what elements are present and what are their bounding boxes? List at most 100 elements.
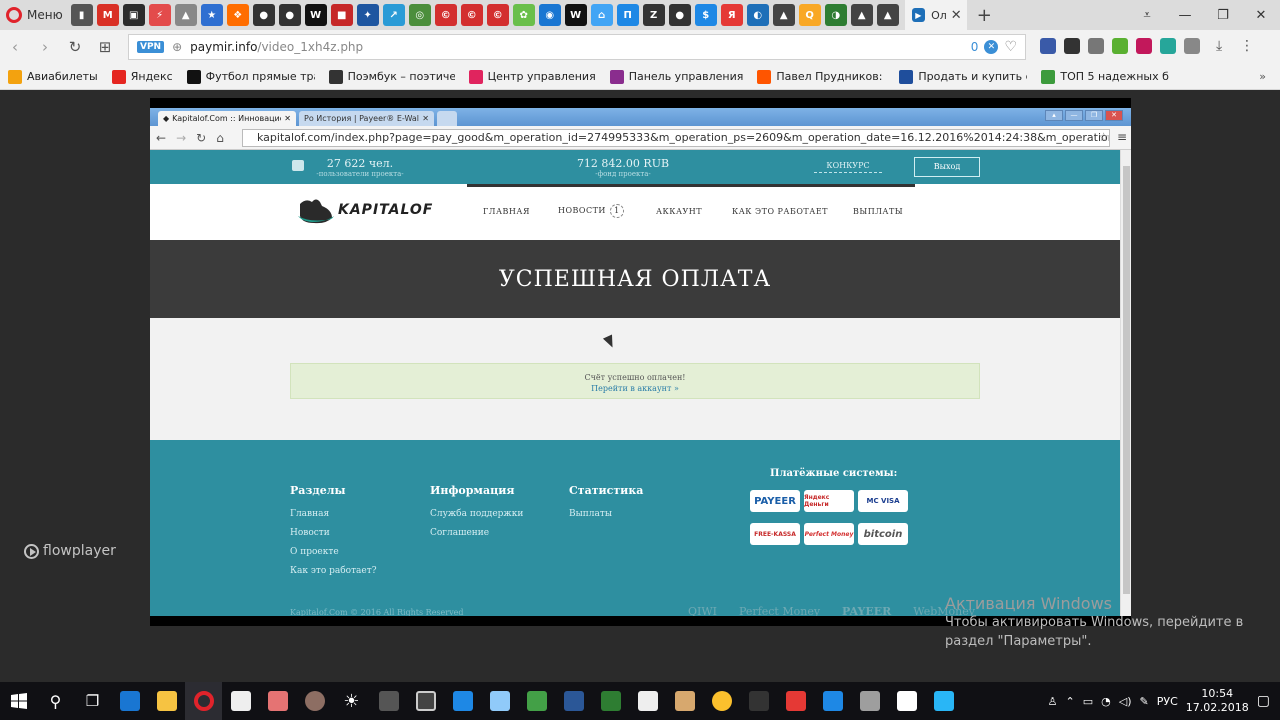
downloads-icon[interactable]: ⤓	[1216, 38, 1232, 54]
new-tab-icon[interactable]: +	[977, 5, 992, 26]
bookmark-item[interactable]: Поэмбук – поэтичес	[328, 69, 455, 84]
pinned-tab-ball-icon[interactable]: ●	[668, 4, 691, 26]
notifications-icon[interactable]: ▢	[1257, 693, 1270, 709]
taskbar-app[interactable]	[814, 682, 851, 720]
pinned-tab-icon[interactable]: ◐	[746, 4, 769, 26]
pinned-tab-icon[interactable]: ▲	[174, 4, 197, 26]
free-kassa-logo[interactable]: FREE-KASSA	[750, 523, 800, 545]
inner-close-icon[interactable]: ✕	[1105, 110, 1123, 121]
bookmark-item[interactable]: Центр управления	[468, 69, 596, 84]
tab-close-icon[interactable]: ✕	[422, 114, 429, 123]
extension-cloud-icon[interactable]	[1088, 38, 1104, 54]
footer-link[interactable]: Выплаты	[569, 509, 643, 519]
clock[interactable]: 10:54 17.02.2018	[1186, 687, 1249, 715]
kapitalof-logo[interactable]: KAPITALOF	[296, 196, 433, 224]
pinned-tab-icon[interactable]: ⌂	[590, 4, 613, 26]
inner-home-icon[interactable]: ⌂	[216, 131, 224, 145]
pinned-tab-c-icon[interactable]: ©	[486, 4, 509, 26]
pinned-tab-ball-icon[interactable]: ●	[252, 4, 275, 26]
taskbar-yandex[interactable]	[777, 682, 814, 720]
inner-tab-payeer[interactable]: Ро История | Payeer® E-Wallet ✕	[299, 111, 434, 126]
inner-user-icon[interactable]: ▴	[1045, 110, 1063, 121]
inner-reload-icon[interactable]: ↻	[196, 131, 206, 145]
pinned-tab-icon[interactable]: ▲	[772, 4, 795, 26]
inner-scrollbar[interactable]	[1120, 150, 1131, 616]
forward-icon[interactable]: ›	[30, 38, 60, 56]
inner-menu-icon[interactable]: ≡	[1117, 130, 1127, 144]
pinned-tab-icon[interactable]: ❖	[226, 4, 249, 26]
tray-chevron-icon[interactable]: ⌃	[1066, 695, 1075, 708]
pinned-tab-ball-icon[interactable]: ●	[278, 4, 301, 26]
perfect-money-logo[interactable]: Perfect Money	[804, 523, 854, 545]
inner-star-icon[interactable]: ☆	[1098, 130, 1109, 144]
opera-menu-button[interactable]: Меню	[0, 0, 69, 30]
extension-location-icon[interactable]	[1160, 38, 1176, 54]
account-link[interactable]: Перейти в аккаунт »	[291, 383, 979, 394]
pinned-tab-icon[interactable]: П	[616, 4, 639, 26]
pinned-tab-icon[interactable]: Q	[798, 4, 821, 26]
pinned-tab-icon[interactable]: ↗	[382, 4, 405, 26]
bookmark-item[interactable]: Футбол прямые тран	[186, 69, 315, 84]
battery-icon[interactable]: ▭	[1083, 695, 1093, 708]
bookmark-item[interactable]: Продать и купить са	[899, 69, 1027, 84]
back-icon[interactable]: ‹	[0, 38, 30, 56]
inner-tab-kapitalof[interactable]: ◆ Kapitalof.Com :: Инновацион ✕	[158, 111, 296, 126]
taskbar-app[interactable]	[592, 682, 629, 720]
taskbar-mp3[interactable]	[518, 682, 555, 720]
pinned-tab-icon[interactable]: ▲	[850, 4, 873, 26]
inner-scrollbar-thumb[interactable]	[1123, 166, 1130, 594]
pinned-tab-icon[interactable]: ▲	[876, 4, 899, 26]
start-button[interactable]	[0, 682, 37, 720]
tab-close-icon[interactable]: ✕	[284, 114, 291, 123]
yandex-money-logo[interactable]: Яндекс Деньги	[804, 490, 854, 512]
pinned-tab-icon[interactable]: ◑	[824, 4, 847, 26]
inner-forward-icon[interactable]: →	[176, 131, 186, 145]
bitcoin-logo[interactable]: bitcoin	[858, 523, 908, 545]
taskbar-app[interactable]	[481, 682, 518, 720]
pinned-tab-icon[interactable]: ■	[330, 4, 353, 26]
taskbar-app[interactable]	[666, 682, 703, 720]
taskbar-notepad[interactable]	[888, 682, 925, 720]
pen-icon[interactable]: ✎	[1140, 695, 1149, 708]
inner-restore-icon[interactable]: ❐	[1085, 110, 1103, 121]
menu-dots-icon[interactable]: ⋮	[1240, 38, 1256, 54]
inner-minimize-icon[interactable]: —	[1065, 110, 1083, 121]
nav-account[interactable]: АККАУНТ	[656, 207, 702, 216]
taskbar-app[interactable]	[740, 682, 777, 720]
pinned-tab-icon[interactable]: ◉	[538, 4, 561, 26]
extension-se-icon[interactable]	[1136, 38, 1152, 54]
footer-link[interactable]: Служба поддержки	[430, 509, 523, 519]
taskbar-explorer[interactable]	[148, 682, 185, 720]
pinned-tab-c-icon[interactable]: ©	[434, 4, 457, 26]
search-icon[interactable]: ⚲	[37, 682, 74, 720]
bookmark-item[interactable]: ТОП 5 надежных би	[1041, 69, 1169, 84]
pinned-tab-star-icon[interactable]: ★	[200, 4, 223, 26]
reload-icon[interactable]: ↻	[60, 38, 90, 56]
taskbar-calculator[interactable]	[370, 682, 407, 720]
pinned-tab-icon[interactable]: ✿	[512, 4, 535, 26]
inner-back-icon[interactable]: ←	[156, 131, 166, 145]
footer-link[interactable]: Соглашение	[430, 528, 523, 538]
bookmark-item[interactable]: Панель управления	[609, 69, 743, 84]
bookmark-item[interactable]: Авиабилеты	[8, 69, 98, 84]
tab-menu-icon[interactable]: ⩡	[1128, 8, 1166, 23]
taskbar-opera[interactable]	[185, 682, 222, 720]
pinned-tab-gmail-icon[interactable]: M	[96, 4, 119, 26]
payeer-logo[interactable]: PAYEER	[750, 490, 800, 512]
nav-news[interactable]: НОВОСТИ 1	[558, 204, 624, 218]
network-icon[interactable]: ◔	[1101, 695, 1111, 708]
bookmark-item[interactable]: Павел Прудников: на	[757, 69, 885, 84]
people-icon[interactable]: ♙	[1048, 695, 1058, 708]
pocket-icon[interactable]	[1064, 38, 1080, 54]
pinned-tab-w-icon[interactable]: W	[564, 4, 587, 26]
pinned-tab-dollar-icon[interactable]: $	[694, 4, 717, 26]
task-view-icon[interactable]: ❐	[74, 682, 111, 720]
nav-how-it-works[interactable]: КАК ЭТО РАБОТАЕТ	[732, 207, 828, 216]
footer-link[interactable]: Как это работает?	[290, 566, 377, 576]
tab-close-icon[interactable]: ✕	[951, 8, 962, 23]
pinned-tab-yandex-icon[interactable]: Я	[720, 4, 743, 26]
bookmark-item[interactable]: Яндекс	[111, 69, 173, 84]
sun-icon[interactable]: ☀	[333, 682, 370, 720]
taskbar-app[interactable]	[703, 682, 740, 720]
bookmarks-more-icon[interactable]: »	[1259, 70, 1266, 83]
